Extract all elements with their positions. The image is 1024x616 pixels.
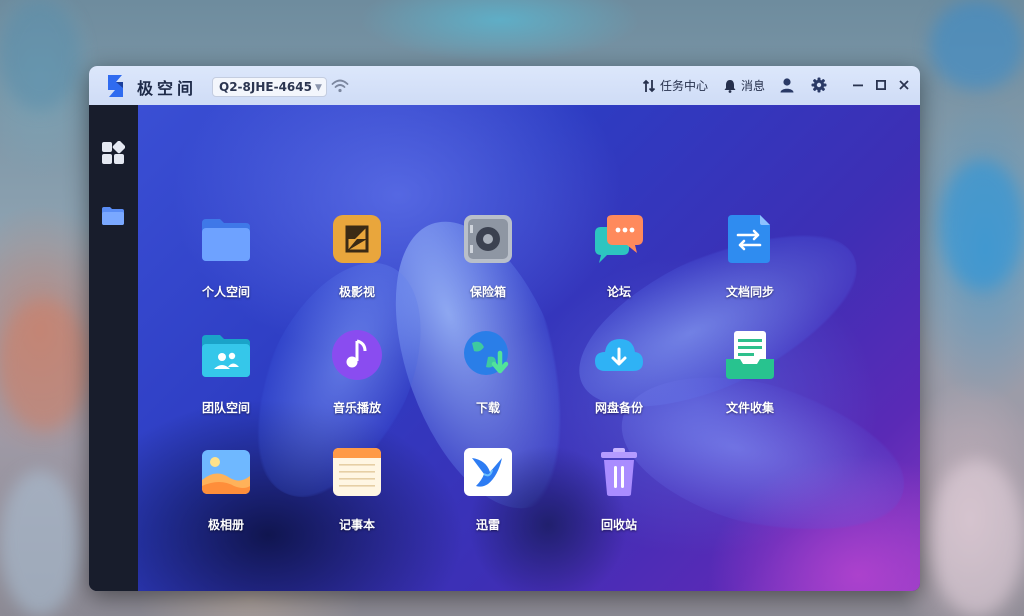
sidebar-item-apps[interactable]	[99, 139, 127, 167]
app-personal-space[interactable]: 个人空间	[171, 213, 281, 313]
title-bar: 极空间 Q2-8JHE-4645 ▼ 任务中心 消息	[89, 66, 920, 105]
cloud-backup-icon	[595, 339, 643, 371]
safe-icon	[464, 215, 512, 263]
photo-album-icon	[202, 450, 250, 494]
folder-icon	[102, 207, 124, 225]
app-music[interactable]: 音乐播放	[302, 329, 412, 429]
transfer-arrows-icon	[642, 79, 656, 92]
app-label: 文档同步	[725, 285, 774, 299]
app-label: 极相册	[207, 518, 244, 532]
app-notepad[interactable]: 记事本	[302, 446, 412, 546]
personal-folder-icon	[202, 219, 250, 261]
messages-button[interactable]: 消息	[723, 77, 765, 94]
close-icon	[899, 80, 909, 90]
minimize-button[interactable]	[849, 76, 867, 94]
app-video[interactable]: 极影视	[302, 213, 412, 313]
user-icon[interactable]	[779, 77, 795, 93]
app-title: 极空间	[137, 79, 198, 98]
app-label: 网盘备份	[594, 401, 643, 415]
app-label: 保险箱	[469, 285, 506, 299]
app-label: 迅雷	[475, 518, 500, 532]
app-label: 论坛	[606, 285, 631, 299]
forum-chat-icon	[595, 215, 643, 263]
minimize-icon	[853, 84, 863, 87]
task-center-button[interactable]: 任务中心	[642, 77, 708, 94]
app-cloud-backup[interactable]: 网盘备份	[564, 329, 674, 429]
app-label: 音乐播放	[332, 401, 381, 415]
app-window: 极空间 Q2-8JHE-4645 ▼ 任务中心 消息 个人空间 极影视 保险箱 …	[89, 66, 920, 591]
xunlei-bird-icon	[464, 448, 512, 496]
app-label: 极影视	[338, 285, 375, 299]
apps-grid-icon	[102, 141, 125, 164]
desktop: 个人空间 极影视 保险箱 论坛 文档同步 团队空间 音乐播放 下载 网盘备份 文…	[138, 105, 920, 591]
download-globe-icon	[464, 331, 509, 375]
chevron-down-icon: ▼	[315, 83, 322, 93]
app-xunlei[interactable]: 迅雷	[433, 446, 543, 546]
app-forum[interactable]: 论坛	[564, 213, 674, 313]
maximize-button[interactable]	[872, 76, 890, 94]
doc-sync-icon	[728, 215, 770, 263]
video-app-icon	[333, 215, 381, 263]
maximize-icon	[876, 80, 886, 90]
app-safe[interactable]: 保险箱	[433, 213, 543, 313]
file-collect-icon	[726, 331, 774, 379]
app-trash[interactable]: 回收站	[564, 446, 674, 546]
app-photo-album[interactable]: 极相册	[171, 446, 281, 546]
device-id-label: Q2-8JHE-4645	[219, 80, 312, 94]
wifi-icon	[331, 79, 349, 93]
music-icon	[332, 330, 382, 380]
bell-icon	[724, 79, 736, 93]
team-folder-icon	[202, 335, 250, 377]
app-label: 文件收集	[725, 401, 774, 415]
notepad-icon	[333, 448, 381, 496]
task-center-label: 任务中心	[660, 79, 709, 93]
app-label: 团队空间	[201, 401, 250, 415]
trash-icon	[601, 448, 637, 496]
sidebar-item-files[interactable]	[99, 202, 127, 230]
app-label: 下载	[475, 401, 500, 415]
app-label: 记事本	[338, 518, 375, 532]
device-select[interactable]: Q2-8JHE-4645 ▼	[212, 77, 327, 97]
app-team-space[interactable]: 团队空间	[171, 329, 281, 429]
close-button[interactable]	[895, 76, 913, 94]
sidebar	[89, 105, 138, 591]
app-file-collect[interactable]: 文件收集	[695, 329, 805, 429]
app-download[interactable]: 下载	[433, 329, 543, 429]
app-label: 个人空间	[201, 285, 250, 299]
app-logo-icon	[108, 75, 123, 97]
app-label: 回收站	[600, 518, 637, 532]
app-doc-sync[interactable]: 文档同步	[695, 213, 805, 313]
messages-label: 消息	[741, 79, 766, 93]
gear-icon[interactable]	[811, 77, 827, 93]
